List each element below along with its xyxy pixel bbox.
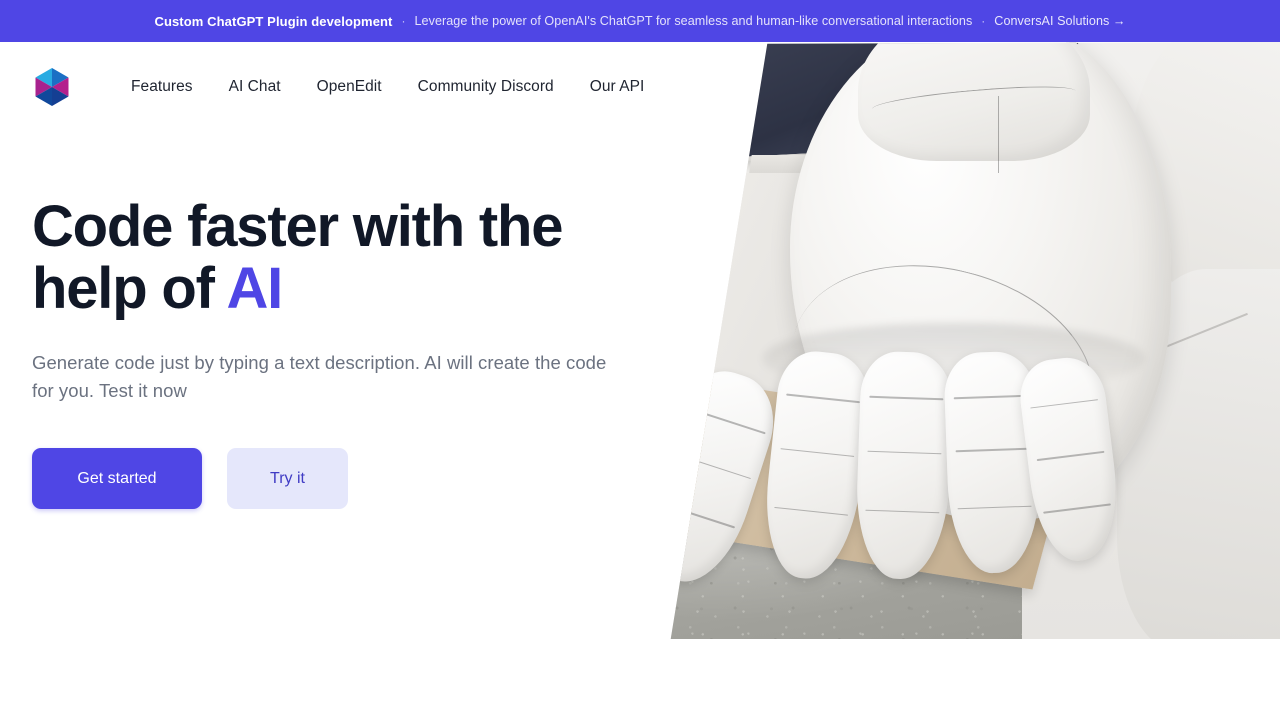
announcement-title: Custom ChatGPT Plugin development [154, 13, 393, 29]
nav-link-openedit[interactable]: OpenEdit [299, 70, 400, 104]
announcement-separator-2: · [981, 14, 986, 28]
nav-link-ai-chat[interactable]: AI Chat [211, 70, 299, 104]
announcement-separator-1: · [401, 14, 406, 28]
main-navigation: Features AI Chat OpenEdit Community Disc… [0, 42, 1280, 132]
hero-content: Code faster with the help of AI Generate… [32, 196, 632, 509]
headline-line-2-prefix: help of [32, 256, 227, 321]
page-title: Code faster with the help of AI [32, 196, 632, 320]
try-it-button[interactable]: Try it [227, 448, 348, 509]
announcement-bar: Custom ChatGPT Plugin development · Leve… [0, 0, 1280, 42]
get-started-button[interactable]: Get started [32, 448, 202, 509]
landing-page: Custom ChatGPT Plugin development · Leve… [0, 0, 1280, 720]
nav-links: Features AI Chat OpenEdit Community Disc… [113, 70, 662, 104]
cta-row: Get started Try it [32, 448, 632, 509]
headline-accent: AI [226, 256, 283, 321]
headline-line-1: Code faster with the [32, 194, 563, 259]
announcement-link[interactable]: ConversAI Solutions → [994, 14, 1125, 28]
logo-icon [35, 68, 69, 106]
nav-link-our-api[interactable]: Our API [572, 70, 663, 104]
nav-link-features[interactable]: Features [113, 70, 211, 104]
nav-link-community-discord[interactable]: Community Discord [400, 70, 572, 104]
announcement-content: Custom ChatGPT Plugin development · Leve… [154, 14, 1125, 29]
hexagon-pinwheel-logo[interactable] [30, 65, 74, 109]
hero-subtitle: Generate code just by typing a text desc… [32, 352, 607, 401]
announcement-description: Leverage the power of OpenAI's ChatGPT f… [414, 14, 973, 28]
